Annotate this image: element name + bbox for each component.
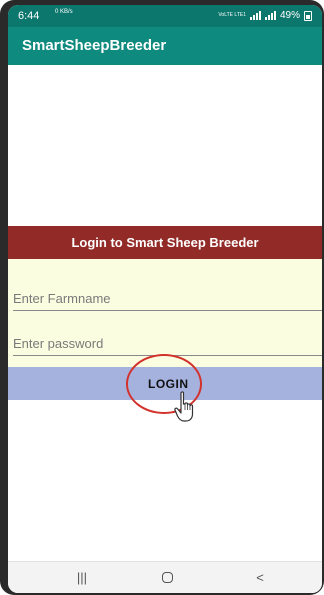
login-banner: Login to Smart Sheep Breeder	[8, 226, 322, 259]
status-right: VoLTE LTE1 49%	[218, 10, 312, 21]
nav-bar: ||| <	[8, 561, 322, 593]
phone-frame: 6:44 0 KB/s VoLTE LTE1 49% SmartSheepBre…	[0, 0, 324, 595]
home-icon[interactable]	[155, 568, 179, 588]
status-bar: 6:44 0 KB/s VoLTE LTE1 49%	[8, 5, 322, 27]
battery-icon	[304, 10, 312, 21]
signal-icon	[249, 11, 261, 20]
back-icon[interactable]: <	[248, 568, 272, 588]
recents-icon[interactable]: |||	[70, 568, 94, 588]
app-screen: 6:44 0 KB/s VoLTE LTE1 49% SmartSheepBre…	[8, 5, 322, 593]
battery-percent: 49%	[279, 10, 300, 21]
password-input[interactable]	[13, 331, 322, 356]
network-speed: 0 KB/s	[55, 9, 73, 15]
login-button-label: LOGIN	[148, 377, 189, 391]
login-button[interactable]: LOGIN	[8, 367, 322, 400]
farmname-input[interactable]	[13, 286, 322, 311]
status-time: 6:44	[18, 10, 40, 22]
app-bar: SmartSheepBreeder	[8, 27, 322, 65]
volte-label: VoLTE LTE1	[218, 12, 246, 18]
signal-icon	[264, 11, 276, 20]
app-title: SmartSheepBreeder	[22, 37, 167, 54]
